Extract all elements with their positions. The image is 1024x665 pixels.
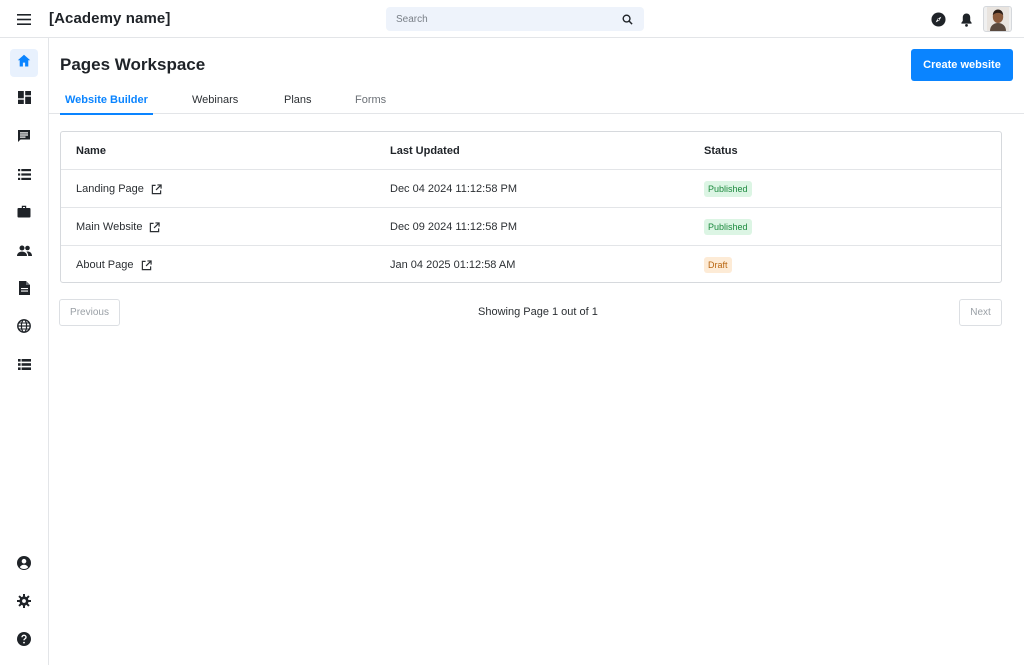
sidebar-item-globe[interactable]	[10, 314, 38, 342]
sidebar-item-chat[interactable]	[10, 124, 38, 152]
last-updated: Dec 09 2024 11:12:58 PM	[390, 221, 517, 233]
next-page-button[interactable]: Next	[959, 299, 1002, 326]
account-circle-icon	[17, 555, 31, 575]
table-header-row: Name Last Updated Status	[61, 132, 1001, 170]
avatar[interactable]	[983, 6, 1012, 32]
column-header-status[interactable]: Status	[704, 132, 738, 170]
column-header-name[interactable]: Name	[76, 132, 106, 170]
help-icon	[17, 631, 31, 651]
sidebar-item-account[interactable]	[10, 551, 38, 579]
table-row[interactable]: Landing Page Dec 04 2024 11:12:58 PM Pub…	[61, 170, 1001, 208]
menu-icon[interactable]	[14, 9, 34, 29]
pagination-status: Showing Page 1 out of 1	[478, 306, 598, 318]
page-name[interactable]: Main Website	[76, 221, 142, 233]
list-icon	[17, 167, 31, 185]
status-badge: Published	[704, 181, 752, 197]
search-icon[interactable]	[620, 12, 634, 26]
search-input[interactable]	[396, 13, 620, 25]
previous-page-button[interactable]: Previous	[59, 299, 120, 326]
home-icon	[17, 54, 31, 72]
sidebar-item-document[interactable]	[10, 276, 38, 304]
sidebar-item-help[interactable]	[10, 627, 38, 655]
people-icon	[16, 243, 32, 261]
chat-icon	[17, 129, 31, 148]
column-header-last-updated[interactable]: Last Updated	[390, 132, 460, 170]
sidebar-item-list-alt[interactable]	[10, 352, 38, 380]
briefcase-icon	[17, 205, 31, 223]
external-link-icon[interactable]	[149, 221, 161, 233]
tab-plans[interactable]: Plans	[284, 88, 312, 114]
table-row[interactable]: About Page Jan 04 2025 01:12:58 AM Draft	[61, 246, 1001, 282]
table-row[interactable]: Main Website Dec 09 2024 11:12:58 PM Pub…	[61, 208, 1001, 246]
search-bar[interactable]	[386, 7, 644, 31]
compass-icon[interactable]	[929, 10, 947, 28]
top-bar: [Academy name]	[0, 0, 1024, 38]
sidebar-item-settings[interactable]	[10, 589, 38, 617]
status-badge: Published	[704, 219, 752, 235]
last-updated: Dec 04 2024 11:12:58 PM	[390, 183, 517, 195]
globe-icon	[17, 318, 31, 338]
external-link-icon[interactable]	[141, 259, 152, 271]
app-title: [Academy name]	[49, 10, 171, 27]
sidebar-item-dashboard[interactable]	[10, 86, 38, 114]
status-badge: Draft	[704, 257, 732, 273]
sidebar	[0, 38, 49, 665]
tab-forms[interactable]: Forms	[355, 88, 386, 114]
tab-bar: Website Builder Webinars Plans Forms	[49, 88, 1024, 115]
external-link-icon[interactable]	[151, 183, 162, 195]
sidebar-item-list[interactable]	[10, 162, 38, 190]
sidebar-item-people[interactable]	[10, 238, 38, 266]
page-title: Pages Workspace	[60, 55, 206, 74]
sidebar-item-briefcase[interactable]	[10, 200, 38, 228]
dashboard-icon	[17, 91, 31, 109]
page-name[interactable]: About Page	[76, 259, 134, 271]
bell-icon[interactable]	[957, 10, 975, 28]
document-icon	[18, 280, 30, 300]
last-updated: Jan 04 2025 01:12:58 AM	[390, 259, 516, 271]
list-alt-icon	[17, 357, 31, 375]
tab-website-builder[interactable]: Website Builder	[60, 88, 153, 115]
pages-table: Name Last Updated Status Landing Page De…	[60, 131, 1002, 283]
gear-icon	[17, 593, 31, 613]
sidebar-item-home[interactable]	[10, 49, 38, 77]
create-website-button[interactable]: Create website	[911, 49, 1013, 81]
page-name[interactable]: Landing Page	[76, 183, 144, 195]
tab-webinars[interactable]: Webinars	[192, 88, 238, 114]
